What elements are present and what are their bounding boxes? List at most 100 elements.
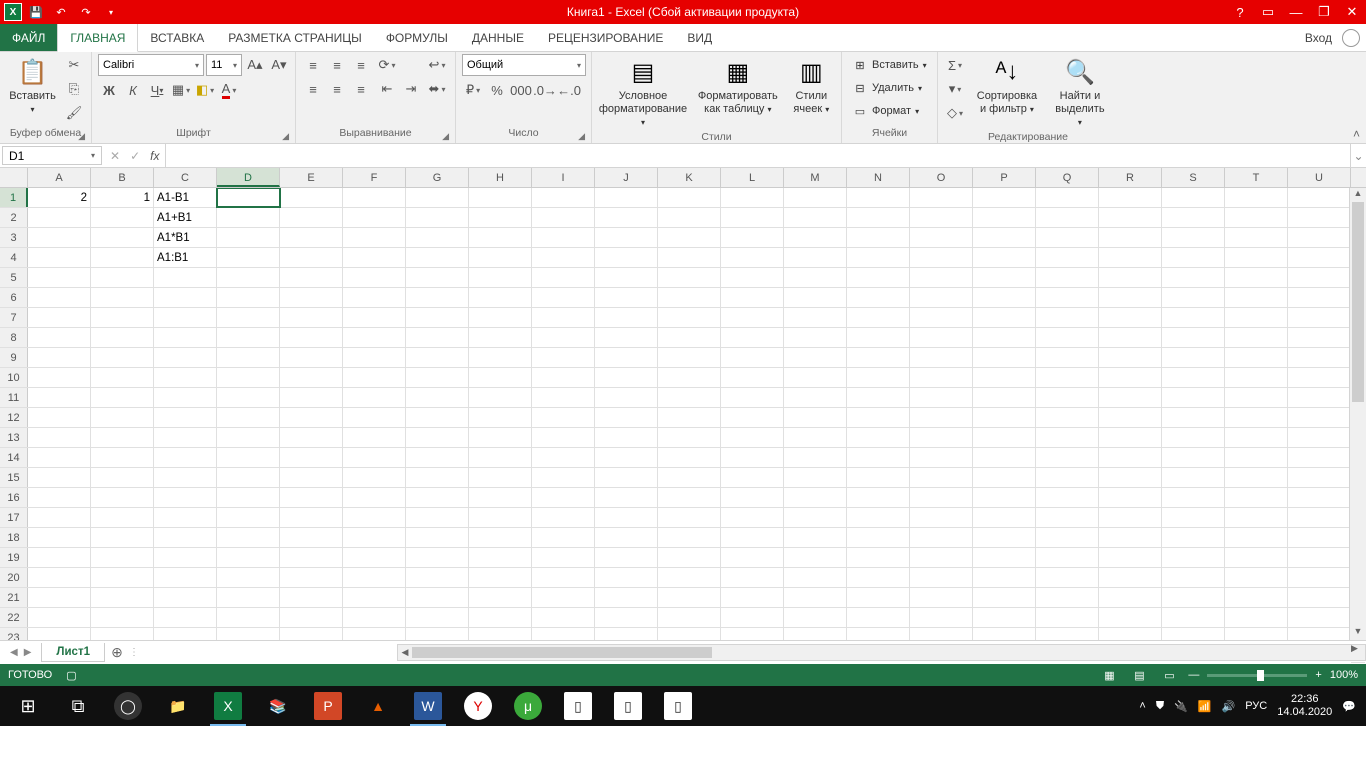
cell[interactable] xyxy=(469,268,532,287)
cell[interactable] xyxy=(280,408,343,427)
cell[interactable] xyxy=(658,228,721,247)
cell[interactable] xyxy=(784,528,847,547)
cell[interactable] xyxy=(217,188,280,207)
taskbar-app-doc2[interactable]: ▯ xyxy=(604,686,652,726)
cell[interactable] xyxy=(973,328,1036,347)
cell[interactable] xyxy=(595,408,658,427)
cell[interactable] xyxy=(910,608,973,627)
row-header[interactable]: 4 xyxy=(0,248,28,267)
cell[interactable] xyxy=(280,608,343,627)
increase-font-icon[interactable]: A▴ xyxy=(244,54,266,76)
cell[interactable] xyxy=(1162,488,1225,507)
cell[interactable] xyxy=(721,248,784,267)
taskbar-app-utorrent[interactable]: μ xyxy=(504,686,552,726)
cell[interactable] xyxy=(595,268,658,287)
cell[interactable] xyxy=(721,328,784,347)
cell[interactable] xyxy=(595,188,658,207)
collapse-ribbon-icon[interactable]: ˄ xyxy=(1353,127,1360,141)
cell[interactable] xyxy=(28,428,91,447)
tray-clock[interactable]: 22:36 14.04.2020 xyxy=(1277,693,1332,719)
cell[interactable] xyxy=(847,288,910,307)
cell[interactable] xyxy=(343,328,406,347)
cell[interactable] xyxy=(154,428,217,447)
taskbar-app-winrar[interactable]: 📚 xyxy=(254,686,302,726)
cell[interactable] xyxy=(595,568,658,587)
cell[interactable] xyxy=(1162,208,1225,227)
cell[interactable] xyxy=(154,408,217,427)
cell[interactable] xyxy=(91,588,154,607)
expand-formula-bar-icon[interactable]: ⌄ xyxy=(1350,144,1366,167)
column-header[interactable]: C xyxy=(154,168,217,187)
row-header[interactable]: 6 xyxy=(0,288,28,307)
column-header[interactable]: E xyxy=(280,168,343,187)
cell[interactable] xyxy=(595,428,658,447)
cell[interactable] xyxy=(721,288,784,307)
cell[interactable] xyxy=(1225,568,1288,587)
cell[interactable] xyxy=(658,328,721,347)
cell[interactable] xyxy=(469,468,532,487)
cell[interactable] xyxy=(280,568,343,587)
cell[interactable] xyxy=(1036,528,1099,547)
cell[interactable] xyxy=(658,448,721,467)
cell[interactable] xyxy=(973,628,1036,640)
cell[interactable] xyxy=(343,268,406,287)
cell[interactable] xyxy=(217,408,280,427)
cell[interactable] xyxy=(595,328,658,347)
cell[interactable] xyxy=(1099,368,1162,387)
cell[interactable] xyxy=(280,248,343,267)
cell[interactable] xyxy=(910,328,973,347)
minimize-icon[interactable]: — xyxy=(1282,0,1310,24)
cell[interactable] xyxy=(91,428,154,447)
cell[interactable] xyxy=(532,488,595,507)
cell[interactable] xyxy=(847,508,910,527)
cell[interactable] xyxy=(784,488,847,507)
cell[interactable] xyxy=(595,248,658,267)
cell[interactable] xyxy=(469,368,532,387)
cell[interactable] xyxy=(721,368,784,387)
cell[interactable] xyxy=(721,468,784,487)
cell[interactable] xyxy=(406,428,469,447)
select-all-corner[interactable] xyxy=(0,168,28,187)
cell[interactable] xyxy=(91,408,154,427)
cell[interactable] xyxy=(784,628,847,640)
cell[interactable] xyxy=(1288,228,1351,247)
cell[interactable] xyxy=(1162,348,1225,367)
cell[interactable] xyxy=(1099,588,1162,607)
cell[interactable] xyxy=(784,208,847,227)
decrease-indent-icon[interactable]: ⇤ xyxy=(376,78,398,100)
cell[interactable] xyxy=(28,508,91,527)
cell[interactable] xyxy=(910,448,973,467)
cell[interactable] xyxy=(532,208,595,227)
cell[interactable] xyxy=(784,228,847,247)
cell[interactable] xyxy=(784,268,847,287)
cell[interactable] xyxy=(910,208,973,227)
cell[interactable] xyxy=(1099,508,1162,527)
column-header[interactable]: A xyxy=(28,168,91,187)
view-page-break-icon[interactable]: ▭ xyxy=(1158,666,1180,684)
cell[interactable] xyxy=(532,548,595,567)
comma-format-icon[interactable]: 000 xyxy=(510,79,532,101)
qat-customize-icon[interactable]: ▾ xyxy=(100,1,122,23)
column-header[interactable]: F xyxy=(343,168,406,187)
cell[interactable] xyxy=(406,568,469,587)
cell[interactable] xyxy=(154,268,217,287)
cell[interactable] xyxy=(91,268,154,287)
column-header[interactable]: G xyxy=(406,168,469,187)
cell[interactable] xyxy=(91,548,154,567)
cell[interactable] xyxy=(154,588,217,607)
cell[interactable] xyxy=(469,448,532,467)
tray-notifications-icon[interactable]: 💬 xyxy=(1342,700,1356,713)
cell[interactable] xyxy=(1036,488,1099,507)
cell[interactable] xyxy=(1036,408,1099,427)
cell[interactable] xyxy=(1288,488,1351,507)
row-header[interactable]: 22 xyxy=(0,608,28,627)
cell[interactable] xyxy=(910,228,973,247)
cell[interactable] xyxy=(847,528,910,547)
cell[interactable] xyxy=(658,368,721,387)
cell[interactable] xyxy=(910,388,973,407)
cell[interactable] xyxy=(532,508,595,527)
cell[interactable] xyxy=(1225,228,1288,247)
sheet-nav-prev-icon[interactable]: ◀ xyxy=(10,647,18,658)
cell[interactable] xyxy=(721,488,784,507)
cell[interactable] xyxy=(91,248,154,267)
